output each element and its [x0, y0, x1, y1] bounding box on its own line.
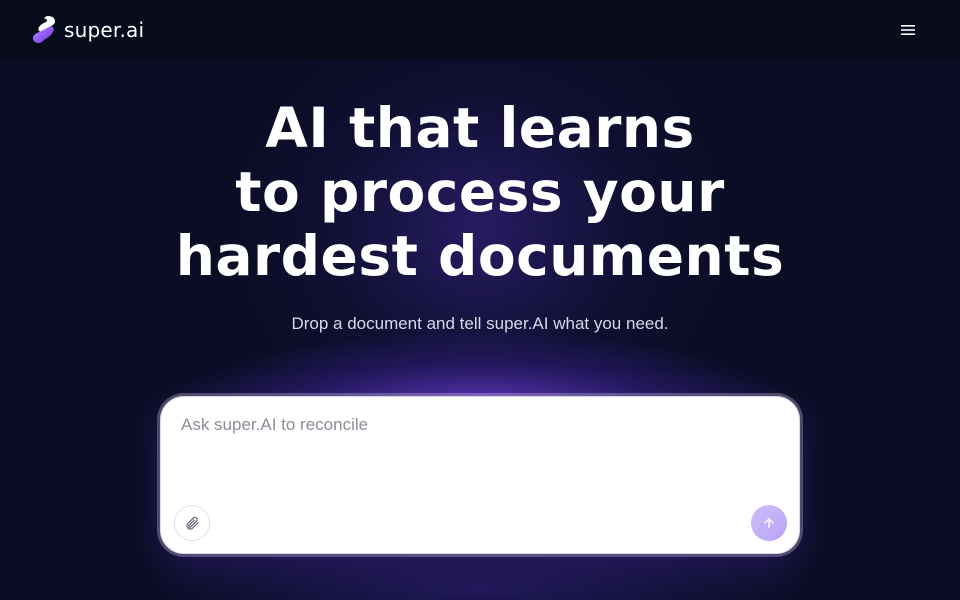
hero-headline: AI that learns to process your hardest d… [0, 96, 960, 288]
super-ai-logo-icon [33, 16, 56, 43]
hero-subtitle: Drop a document and tell super.AI what y… [291, 314, 669, 333]
headline-line-1: AI that learns [265, 96, 695, 160]
brand-name: super.ai [64, 18, 145, 42]
hero-section: AI that learns to process your hardest d… [0, 96, 960, 334]
headline-line-3: hardest documents [175, 224, 785, 288]
send-button[interactable] [751, 505, 787, 541]
prompt-input[interactable] [181, 415, 781, 495]
hamburger-menu-icon[interactable] [900, 23, 916, 37]
top-navigation-bar: super.ai [0, 0, 960, 60]
arrow-up-icon [764, 518, 774, 528]
paperclip-icon [186, 516, 199, 530]
prompt-box [160, 396, 800, 554]
brand[interactable]: super.ai [32, 15, 144, 45]
headline-line-2: to process your [235, 160, 725, 224]
attach-file-button[interactable] [174, 505, 210, 541]
